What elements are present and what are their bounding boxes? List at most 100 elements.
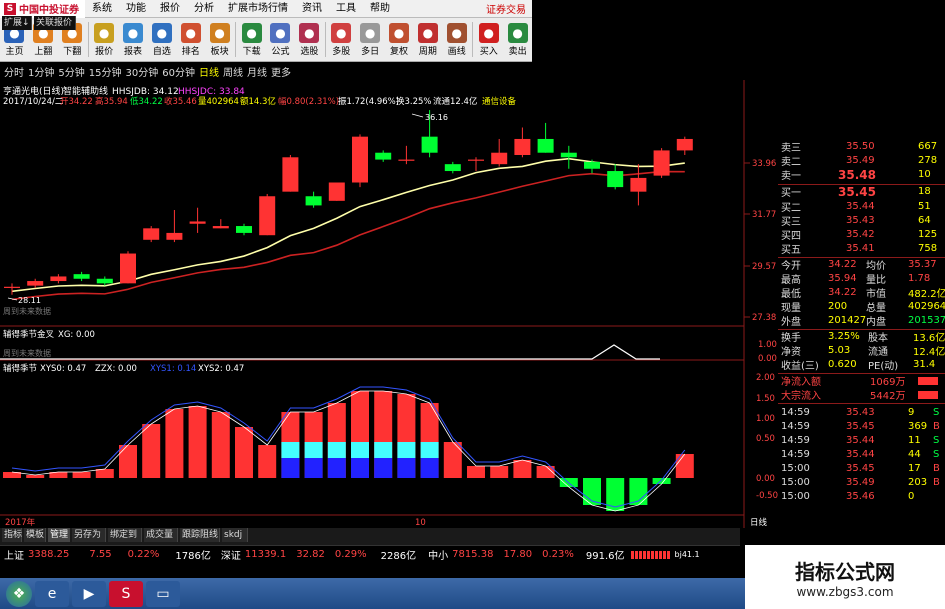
quote-row: 大宗流入 5442万 — [778, 388, 945, 402]
signal-block-blue — [374, 458, 393, 478]
tick-price: 35.46 — [846, 491, 875, 502]
indicator-tab[interactable]: 另存为 — [72, 528, 106, 542]
toolbar-button-select-stock[interactable]: ● 选股 — [295, 18, 324, 61]
quote-row: 换手 3.25% 股本 13.6亿 — [778, 330, 945, 344]
candle-body — [468, 159, 484, 161]
stat-label: 内盘 — [866, 317, 886, 328]
tick-time: 15:00 — [781, 491, 810, 502]
candle-body — [676, 138, 693, 151]
sh-change: 7.55 — [89, 549, 112, 560]
candle-body — [259, 196, 276, 236]
toolbar-button-download[interactable]: ● 下载 — [237, 18, 266, 61]
indicator-tab[interactable]: 管理 — [48, 528, 70, 542]
tick-time: 14:59 — [781, 421, 810, 432]
indicator-tab[interactable]: 跟踪阻线 — [180, 528, 220, 542]
select-stock-icon: ● — [299, 22, 320, 43]
indicator-tab[interactable]: skdj — [222, 528, 248, 542]
broker-trade-link[interactable]: 证券交易 — [486, 1, 532, 16]
period-tab[interactable]: 日线 — [199, 64, 223, 79]
toolbar-label: 自选 — [152, 46, 171, 57]
period-tab[interactable]: 60分钟 — [162, 64, 199, 79]
period-tab[interactable]: 月线 — [247, 64, 271, 79]
toolbar-button-rank[interactable]: ● 排名 — [176, 18, 205, 61]
period-tab[interactable]: 分时 — [4, 64, 28, 79]
sh-label[interactable]: 上证 — [4, 547, 24, 562]
tick-side: S — [933, 435, 940, 446]
histogram-bar — [72, 472, 91, 478]
folder-icon[interactable]: ▭ — [146, 580, 180, 607]
buy-price: 35.44 — [846, 201, 875, 212]
quote-row: 最低 34.22 市值 482.2亿 — [778, 286, 945, 300]
period-tab[interactable]: 30分钟 — [125, 64, 162, 79]
quote-row: 今开 34.22 均价 35.37 — [778, 258, 945, 272]
start-button-icon[interactable]: ❖ — [6, 580, 32, 607]
histogram-bar — [467, 466, 485, 478]
toolbar-button-sector[interactable]: ● 板块 — [205, 18, 234, 61]
tick-side: B — [933, 463, 940, 474]
toolbar-button-adjust[interactable]: ● 复权 — [385, 18, 414, 61]
period-tab[interactable]: 周线 — [223, 64, 247, 79]
zx-value: 7815.38 — [452, 549, 494, 560]
toolbar-label: 公式 — [271, 46, 290, 57]
period-tab[interactable]: 更多 — [271, 64, 295, 79]
indicator-tab[interactable]: 绑定到 — [108, 528, 142, 542]
candle-body — [444, 164, 461, 172]
adjust-icon: ● — [389, 22, 410, 43]
menu-function[interactable]: 功能 — [119, 0, 153, 18]
menu-ext-market[interactable]: 扩展市场行情 — [221, 0, 295, 18]
stat-value: 201537 — [908, 315, 945, 326]
toolbar-button-multi-stock[interactable]: ● 多股 — [327, 18, 356, 61]
indicator-tab[interactable]: 模板 — [24, 528, 46, 542]
toolbar-label: 主页 — [5, 46, 24, 57]
kline-chart[interactable]: 亨通光电(日线) 智能辅助线 HHSJDB: 34.12 HHSJDC: 33.… — [0, 80, 778, 528]
tick-price: 35.49 — [846, 477, 875, 488]
flow-label: 大宗流入 — [781, 391, 821, 402]
extension-tab[interactable]: 扩展↓ — [2, 16, 32, 30]
menu-quote[interactable]: 报价 — [153, 0, 187, 18]
period-tab[interactable]: 5分钟 — [58, 64, 88, 79]
zx-amount: 991.6亿 — [585, 551, 625, 562]
menu-analysis[interactable]: 分析 — [187, 0, 221, 18]
toolbar-button-sell[interactable]: ● 卖出 — [503, 18, 532, 61]
indicator-tab[interactable]: 成交量 — [144, 528, 178, 542]
period-tab[interactable]: 15分钟 — [89, 64, 126, 79]
toolbar-button-buy[interactable]: ● 买入 — [474, 18, 503, 61]
buy-icon: ● — [478, 22, 499, 43]
menu-system[interactable]: 系统 — [85, 0, 119, 18]
toolbar-button-quote[interactable]: ● 报价 — [90, 18, 119, 61]
date-line: 2017/10/24/二 — [3, 97, 64, 107]
indicator-tab[interactable]: 指标 — [2, 528, 22, 542]
zx-label[interactable]: 中小 — [428, 547, 448, 562]
stat-value: 12.4亿 — [913, 347, 945, 358]
toolbar-button-multi-day[interactable]: ● 多日 — [356, 18, 385, 61]
menu-help[interactable]: 帮助 — [363, 0, 397, 18]
amount-value: 额14.3亿 — [240, 96, 276, 107]
media-icon[interactable]: ▶ — [72, 580, 106, 607]
trading-app-icon[interactable]: S — [109, 580, 143, 607]
menu-tools[interactable]: 工具 — [329, 0, 363, 18]
sz-label[interactable]: 深证 — [221, 547, 241, 562]
toolbar-button-formula[interactable]: ● 公式 — [266, 18, 295, 61]
menu-info[interactable]: 资讯 — [295, 0, 329, 18]
windows-taskbar: ❖ e ▶ S ▭ — [0, 578, 745, 609]
year-label: 2017年 — [5, 517, 36, 528]
toolbar-button-report[interactable]: ● 报表 — [119, 18, 148, 61]
stat-label: 净资 — [781, 347, 801, 358]
extension-tab[interactable]: 关联报价 — [34, 16, 76, 30]
period-tab[interactable]: 1分钟 — [28, 64, 58, 79]
candle-body — [73, 274, 90, 279]
browser-icon[interactable]: e — [35, 580, 69, 607]
toolbar-button-period[interactable]: ● 周期 — [413, 18, 442, 61]
quote-row: 买一 35.45 18 — [778, 185, 945, 200]
candle-body — [584, 161, 600, 169]
candle-body — [421, 136, 438, 153]
histogram-bar — [652, 478, 671, 484]
signal-block-cyan — [374, 442, 393, 458]
tick-volume: 0 — [908, 491, 915, 502]
month-label: 10 — [415, 518, 426, 528]
toolbar-button-favorite[interactable]: ● 自选 — [147, 18, 176, 61]
toolbar-label: 上翻 — [34, 46, 53, 57]
toolbar-button-draw-line[interactable]: ● 画线 — [442, 18, 471, 61]
candle-body — [537, 138, 554, 153]
axis-tick-label: 27.38 — [752, 313, 776, 323]
